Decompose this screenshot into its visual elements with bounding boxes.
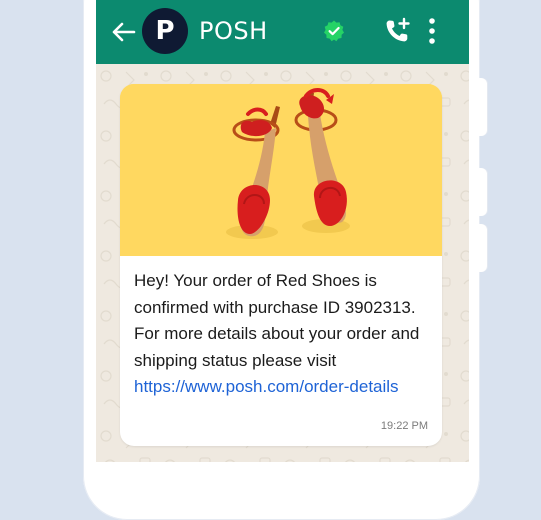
message-text: Hey! Your order of Red Shoes is confirme…: [134, 271, 420, 370]
contact-name[interactable]: POSH: [199, 17, 268, 45]
red-heeled-sandals-photo[interactable]: [120, 84, 442, 256]
chat-header: P POSH: [96, 0, 469, 64]
add-call-icon[interactable]: [382, 16, 412, 46]
order-details-link[interactable]: https://www.posh.com/order-details: [134, 374, 399, 400]
avatar[interactable]: P: [142, 8, 188, 54]
arrow-left-icon[interactable]: [110, 19, 136, 45]
verified-badge-icon: [324, 20, 344, 42]
phone-volume-down-button: [478, 224, 487, 272]
message-bubble: Hey! Your order of Red Shoes is confirme…: [120, 84, 442, 446]
message-timestamp: 19:22 PM: [380, 420, 428, 432]
avatar-letter: P: [155, 16, 175, 46]
chat-screen: P POSH Hey! Your order of Red Shoes is c…: [96, 0, 469, 462]
more-vertical-icon[interactable]: [426, 16, 438, 46]
phone-side-button: [478, 78, 487, 136]
phone-volume-up-button: [478, 168, 487, 216]
